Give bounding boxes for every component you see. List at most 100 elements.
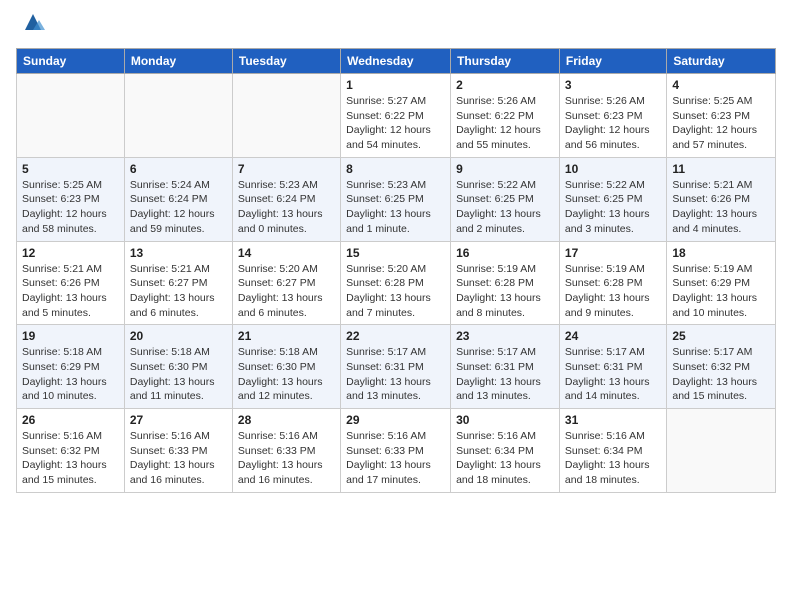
day-number: 13 — [130, 246, 227, 260]
day-number: 25 — [672, 329, 770, 343]
calendar-header-row: SundayMondayTuesdayWednesdayThursdayFrid… — [17, 49, 776, 74]
day-info: Sunrise: 5:26 AMSunset: 6:23 PMDaylight:… — [565, 94, 661, 153]
day-info: Sunrise: 5:23 AMSunset: 6:25 PMDaylight:… — [346, 178, 445, 237]
calendar-cell: 2Sunrise: 5:26 AMSunset: 6:22 PMDaylight… — [451, 74, 560, 158]
calendar-cell: 19 Sunrise: 5:18 AMSunset: 6:29 PMDayligh… — [17, 325, 125, 409]
day-info: Sunrise: 5:16 AMSunset: 6:33 PMDaylight:… — [130, 429, 227, 488]
calendar-cell: 21Sunrise: 5:18 AMSunset: 6:30 PMDayligh… — [232, 325, 340, 409]
day-info: Sunrise: 5:18 AMSunset: 6:29 PMDaylight:… — [22, 345, 119, 404]
calendar-cell: 5Sunrise: 5:25 AMSunset: 6:23 PMDaylight… — [17, 157, 125, 241]
calendar-cell: 4 Sunrise: 5:25 AMSunset: 6:23 PMDaylight… — [667, 74, 776, 158]
header-monday: Monday — [124, 49, 232, 74]
calendar-cell: 3 Sunrise: 5:26 AMSunset: 6:23 PMDaylight… — [559, 74, 666, 158]
day-info: Sunrise: 5:20 AMSunset: 6:27 PMDaylight:… — [238, 262, 335, 321]
calendar-cell: 14 Sunrise: 5:20 AMSunset: 6:27 PMDayligh… — [232, 241, 340, 325]
calendar-cell: 6Sunrise: 5:24 AMSunset: 6:24 PMDaylight… — [124, 157, 232, 241]
day-number: 28 — [238, 413, 335, 427]
day-number: 4 — [672, 78, 770, 92]
day-number: 18 — [672, 246, 770, 260]
day-info: Sunrise: 5:17 AMSunset: 6:31 PMDaylight:… — [565, 345, 661, 404]
calendar-cell: 26Sunrise: 5:16 AMSunset: 6:32 PMDayligh… — [17, 409, 125, 493]
header-saturday: Saturday — [667, 49, 776, 74]
day-info: Sunrise: 5:22 AMSunset: 6:25 PMDaylight:… — [565, 178, 661, 237]
day-number: 11 — [672, 162, 770, 176]
day-info: Sunrise: 5:25 AMSunset: 6:23 PMDaylight:… — [672, 94, 770, 153]
day-number: 5 — [22, 162, 119, 176]
calendar-cell: 24 Sunrise: 5:17 AMSunset: 6:31 PMDayligh… — [559, 325, 666, 409]
day-info: Sunrise: 5:17 AMSunset: 6:32 PMDaylight:… — [672, 345, 770, 404]
day-info: Sunrise: 5:16 AMSunset: 6:34 PMDaylight:… — [565, 429, 661, 488]
day-number: 26 — [22, 413, 119, 427]
day-info: Sunrise: 5:19 AMSunset: 6:28 PMDaylight:… — [456, 262, 554, 321]
calendar-week-3: 12Sunrise: 5:21 AMSunset: 6:26 PMDayligh… — [17, 241, 776, 325]
calendar-cell — [232, 74, 340, 158]
calendar-cell: 27 Sunrise: 5:16 AMSunset: 6:33 PMDayligh… — [124, 409, 232, 493]
day-info: Sunrise: 5:16 AMSunset: 6:33 PMDaylight:… — [238, 429, 335, 488]
day-number: 30 — [456, 413, 554, 427]
day-number: 20 — [130, 329, 227, 343]
calendar-cell: 10 Sunrise: 5:22 AMSunset: 6:25 PMDayligh… — [559, 157, 666, 241]
calendar-cell — [667, 409, 776, 493]
day-number: 17 — [565, 246, 661, 260]
day-number: 8 — [346, 162, 445, 176]
calendar-cell: 9 Sunrise: 5:22 AMSunset: 6:25 PMDaylight… — [451, 157, 560, 241]
day-number: 23 — [456, 329, 554, 343]
calendar-week-4: 19 Sunrise: 5:18 AMSunset: 6:29 PMDayligh… — [17, 325, 776, 409]
day-number: 16 — [456, 246, 554, 260]
day-info: Sunrise: 5:27 AMSunset: 6:22 PMDaylight:… — [346, 94, 445, 153]
header-sunday: Sunday — [17, 49, 125, 74]
day-number: 31 — [565, 413, 661, 427]
day-number: 7 — [238, 162, 335, 176]
day-info: Sunrise: 5:21 AMSunset: 6:27 PMDaylight:… — [130, 262, 227, 321]
day-info: Sunrise: 5:17 AMSunset: 6:31 PMDaylight:… — [456, 345, 554, 404]
day-number: 15 — [346, 246, 445, 260]
calendar-cell: 29Sunrise: 5:16 AMSunset: 6:33 PMDayligh… — [341, 409, 451, 493]
day-info: Sunrise: 5:16 AMSunset: 6:34 PMDaylight:… — [456, 429, 554, 488]
calendar-cell: 13 Sunrise: 5:21 AMSunset: 6:27 PMDayligh… — [124, 241, 232, 325]
day-number: 10 — [565, 162, 661, 176]
calendar-cell: 7 Sunrise: 5:23 AMSunset: 6:24 PMDaylight… — [232, 157, 340, 241]
day-number: 24 — [565, 329, 661, 343]
day-number: 21 — [238, 329, 335, 343]
calendar-cell — [17, 74, 125, 158]
day-info: Sunrise: 5:22 AMSunset: 6:25 PMDaylight:… — [456, 178, 554, 237]
calendar-cell: 16 Sunrise: 5:19 AMSunset: 6:28 PMDayligh… — [451, 241, 560, 325]
calendar-cell: 31 Sunrise: 5:16 AMSunset: 6:34 PMDayligh… — [559, 409, 666, 493]
day-number: 3 — [565, 78, 661, 92]
calendar-cell: 25 Sunrise: 5:17 AMSunset: 6:32 PMDayligh… — [667, 325, 776, 409]
calendar-cell: 28 Sunrise: 5:16 AMSunset: 6:33 PMDayligh… — [232, 409, 340, 493]
header-wednesday: Wednesday — [341, 49, 451, 74]
calendar-week-1: 1 Sunrise: 5:27 AMSunset: 6:22 PMDaylight… — [17, 74, 776, 158]
logo — [16, 16, 47, 36]
calendar-cell: 15 Sunrise: 5:20 AMSunset: 6:28 PMDayligh… — [341, 241, 451, 325]
header-friday: Friday — [559, 49, 666, 74]
calendar-cell: 8 Sunrise: 5:23 AMSunset: 6:25 PMDaylight… — [341, 157, 451, 241]
calendar-cell — [124, 74, 232, 158]
header-thursday: Thursday — [451, 49, 560, 74]
day-number: 12 — [22, 246, 119, 260]
day-info: Sunrise: 5:23 AMSunset: 6:24 PMDaylight:… — [238, 178, 335, 237]
calendar-cell: 11 Sunrise: 5:21 AMSunset: 6:26 PMDayligh… — [667, 157, 776, 241]
calendar-cell: 17 Sunrise: 5:19 AMSunset: 6:28 PMDayligh… — [559, 241, 666, 325]
day-info: Sunrise: 5:18 AMSunset: 6:30 PMDaylight:… — [130, 345, 227, 404]
calendar-cell: 23 Sunrise: 5:17 AMSunset: 6:31 PMDayligh… — [451, 325, 560, 409]
calendar-cell: 12Sunrise: 5:21 AMSunset: 6:26 PMDayligh… — [17, 241, 125, 325]
day-number: 1 — [346, 78, 445, 92]
day-info: Sunrise: 5:24 AMSunset: 6:24 PMDaylight:… — [130, 178, 227, 237]
day-number: 22 — [346, 329, 445, 343]
calendar-cell: 20 Sunrise: 5:18 AMSunset: 6:30 PMDayligh… — [124, 325, 232, 409]
day-number: 29 — [346, 413, 445, 427]
day-number: 27 — [130, 413, 227, 427]
calendar-week-2: 5Sunrise: 5:25 AMSunset: 6:23 PMDaylight… — [17, 157, 776, 241]
day-info: Sunrise: 5:26 AMSunset: 6:22 PMDaylight:… — [456, 94, 554, 153]
day-info: Sunrise: 5:17 AMSunset: 6:31 PMDaylight:… — [346, 345, 445, 404]
day-info: Sunrise: 5:19 AMSunset: 6:29 PMDaylight:… — [672, 262, 770, 321]
day-info: Sunrise: 5:21 AMSunset: 6:26 PMDaylight:… — [672, 178, 770, 237]
calendar-cell: 18 Sunrise: 5:19 AMSunset: 6:29 PMDayligh… — [667, 241, 776, 325]
day-number: 9 — [456, 162, 554, 176]
day-number: 19 — [22, 329, 119, 343]
day-info: Sunrise: 5:19 AMSunset: 6:28 PMDaylight:… — [565, 262, 661, 321]
calendar-cell: 22 Sunrise: 5:17 AMSunset: 6:31 PMDayligh… — [341, 325, 451, 409]
day-number: 14 — [238, 246, 335, 260]
day-info: Sunrise: 5:20 AMSunset: 6:28 PMDaylight:… — [346, 262, 445, 321]
